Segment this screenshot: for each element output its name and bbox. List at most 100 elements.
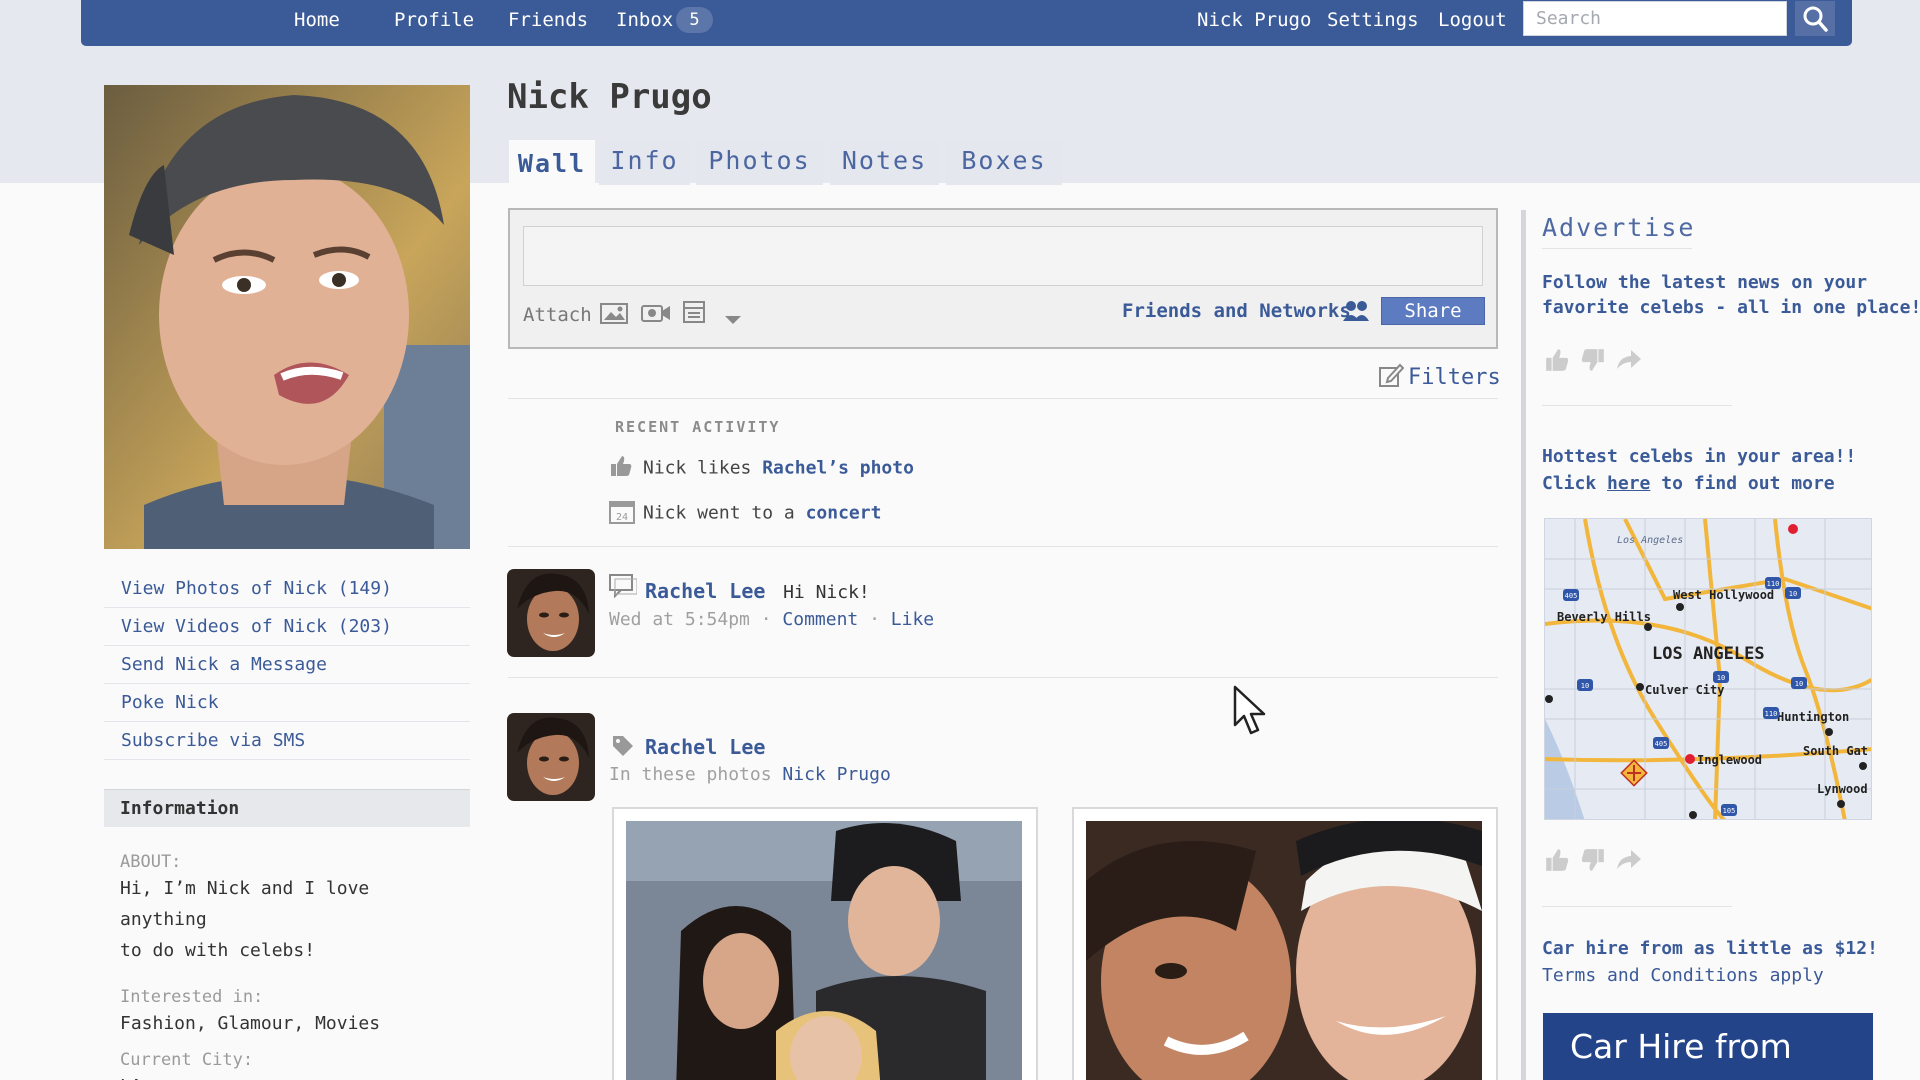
ad-3-line-1[interactable]: Car hire from as little as $12! bbox=[1542, 936, 1878, 961]
svg-text:West Hollywood: West Hollywood bbox=[1673, 588, 1774, 602]
post-2-tagged-user[interactable]: Nick Prugo bbox=[782, 764, 890, 785]
divider bbox=[1542, 248, 1692, 249]
svg-text:24: 24 bbox=[616, 512, 628, 523]
ad-map[interactable]: Los Angeles West Hollywood Beverly Hills… bbox=[1544, 518, 1872, 820]
share-button[interactable]: Share bbox=[1381, 297, 1485, 325]
tab-notes[interactable]: Notes bbox=[830, 140, 939, 185]
thumbs-down-icon[interactable] bbox=[1579, 347, 1607, 373]
svg-text:Beverly Hills: Beverly Hills bbox=[1557, 610, 1651, 624]
link-send-message[interactable]: Send Nick a Message bbox=[104, 646, 470, 684]
svg-text:110: 110 bbox=[1767, 580, 1780, 588]
interested-value: Fashion, Glamour, Movies bbox=[120, 1013, 381, 1034]
about-label: ABOUT: bbox=[120, 852, 182, 872]
privacy-selector[interactable]: Friends and Networks bbox=[1122, 300, 1351, 322]
post-1-comment-link[interactable]: Comment bbox=[782, 609, 858, 630]
information-body: ABOUT: Hi, I’m Nick and I love anything … bbox=[120, 851, 465, 1080]
filters-label: Filters bbox=[1408, 365, 1501, 390]
ad-2-here-link[interactable]: here bbox=[1607, 473, 1650, 494]
divider bbox=[508, 546, 1498, 547]
tag-icon bbox=[611, 734, 635, 762]
nav-settings[interactable]: Settings bbox=[1327, 9, 1419, 31]
nav-home[interactable]: Home bbox=[294, 9, 340, 31]
activity-item-event: 24 Nick went to a concert bbox=[609, 498, 881, 529]
post-1-author[interactable]: Rachel Lee bbox=[645, 579, 765, 603]
ad-1-line-2[interactable]: favorite celebs - all in one place! bbox=[1542, 295, 1920, 320]
current-city-value: LA bbox=[120, 1071, 465, 1080]
svg-text:Culver City: Culver City bbox=[1645, 683, 1724, 697]
svg-text:405: 405 bbox=[1565, 592, 1578, 600]
friends-icon[interactable] bbox=[1342, 299, 1370, 327]
tab-wall[interactable]: Wall bbox=[509, 140, 595, 185]
link-view-videos[interactable]: View Videos of Nick (203) bbox=[104, 608, 470, 646]
nav-inbox[interactable]: Inbox bbox=[616, 9, 673, 31]
tab-boxes[interactable]: Boxes bbox=[946, 140, 1062, 185]
svg-text:10: 10 bbox=[1795, 680, 1803, 688]
svg-text:LOS ANGELES: LOS ANGELES bbox=[1652, 644, 1765, 664]
svg-text:105: 105 bbox=[1723, 807, 1736, 815]
calendar-icon: 24 bbox=[609, 498, 635, 529]
tagged-photo-1[interactable] bbox=[612, 807, 1038, 1080]
post-1-like-link[interactable]: Like bbox=[891, 609, 934, 630]
search-button[interactable] bbox=[1795, 1, 1835, 36]
ad-1-actions bbox=[1543, 347, 1643, 373]
thumbs-up-icon[interactable] bbox=[1543, 847, 1571, 873]
car-hire-banner[interactable]: Car Hire from bbox=[1543, 1013, 1873, 1080]
tagged-photo-2[interactable] bbox=[1072, 807, 1498, 1080]
svg-text:Huntington: Huntington bbox=[1777, 710, 1849, 724]
link-poke[interactable]: Poke Nick bbox=[104, 684, 470, 722]
information-heading: Information bbox=[104, 789, 470, 827]
nav-user-name[interactable]: Nick Prugo bbox=[1197, 9, 1311, 31]
thumbs-up-icon bbox=[609, 454, 633, 483]
about-line-2: to do with celebs! bbox=[120, 940, 316, 961]
link-subscribe-sms[interactable]: Subscribe via SMS bbox=[104, 722, 470, 760]
recent-activity-title: RECENT ACTIVITY bbox=[615, 418, 781, 436]
post-1-time: Wed at 5:54pm bbox=[609, 609, 750, 630]
share-arrow-icon[interactable] bbox=[1615, 847, 1643, 873]
status-input[interactable] bbox=[523, 226, 1483, 286]
nav-friends[interactable]: Friends bbox=[508, 9, 588, 31]
post-1-header: Rachel Lee Hi Nick! bbox=[645, 579, 870, 603]
filters-link[interactable]: Filters bbox=[1378, 362, 1501, 390]
comment-bubble-icon bbox=[609, 574, 638, 602]
share-arrow-icon[interactable] bbox=[1615, 347, 1643, 373]
nav-logout[interactable]: Logout bbox=[1438, 9, 1507, 31]
column-divider bbox=[1521, 210, 1526, 1080]
top-nav-bar: Home Profile Friends Inbox 5 Nick Prugo … bbox=[81, 0, 1852, 46]
post-2-meta: In these photos Nick Prugo bbox=[609, 764, 891, 785]
avatar-rachel-lee[interactable] bbox=[507, 713, 595, 801]
attach-photo-icon[interactable] bbox=[600, 301, 628, 329]
mouse-cursor-icon bbox=[1233, 685, 1267, 741]
svg-text:10: 10 bbox=[1789, 590, 1797, 598]
nav-profile[interactable]: Profile bbox=[394, 9, 474, 31]
attach-label: Attach bbox=[523, 304, 592, 326]
post-1-text: Hi Nick! bbox=[783, 582, 870, 603]
svg-text:405: 405 bbox=[1655, 740, 1668, 748]
svg-text:10: 10 bbox=[1581, 682, 1589, 690]
tab-photos[interactable]: Photos bbox=[696, 140, 823, 185]
thumbs-down-icon[interactable] bbox=[1579, 847, 1607, 873]
profile-actions-list: View Photos of Nick (149) View Videos of… bbox=[104, 570, 470, 760]
attach-video-icon[interactable] bbox=[641, 302, 671, 328]
divider bbox=[1542, 906, 1732, 907]
svg-text:Inglewood: Inglewood bbox=[1697, 753, 1762, 767]
attach-link-icon[interactable] bbox=[683, 301, 705, 327]
ad-1-line-1[interactable]: Follow the latest news on your bbox=[1542, 270, 1867, 295]
activity-link-photo[interactable]: Rachel’s photo bbox=[762, 458, 914, 479]
tab-info[interactable]: Info bbox=[599, 140, 690, 185]
divider bbox=[508, 677, 1498, 678]
post-2-author[interactable]: Rachel Lee bbox=[645, 735, 765, 759]
search-input[interactable] bbox=[1523, 1, 1787, 36]
ad-2-line-1[interactable]: Hottest celebs in your area!! bbox=[1542, 444, 1856, 469]
activity-link-concert[interactable]: concert bbox=[806, 503, 882, 524]
link-view-photos[interactable]: View Photos of Nick (149) bbox=[104, 570, 470, 608]
svg-text:South Gat: South Gat bbox=[1803, 744, 1868, 758]
attach-more-chevron-down-icon[interactable] bbox=[724, 310, 742, 329]
thumbs-up-icon[interactable] bbox=[1543, 347, 1571, 373]
activity-item-like: Nick likes Rachel’s photo bbox=[609, 454, 914, 483]
divider bbox=[1542, 405, 1732, 406]
svg-text:10: 10 bbox=[1717, 674, 1725, 682]
profile-picture[interactable] bbox=[104, 85, 470, 549]
avatar-rachel-lee[interactable] bbox=[507, 569, 595, 657]
current-city-label: Current City: bbox=[120, 1050, 254, 1070]
ad-3-line-2[interactable]: Terms and Conditions apply bbox=[1542, 965, 1824, 986]
